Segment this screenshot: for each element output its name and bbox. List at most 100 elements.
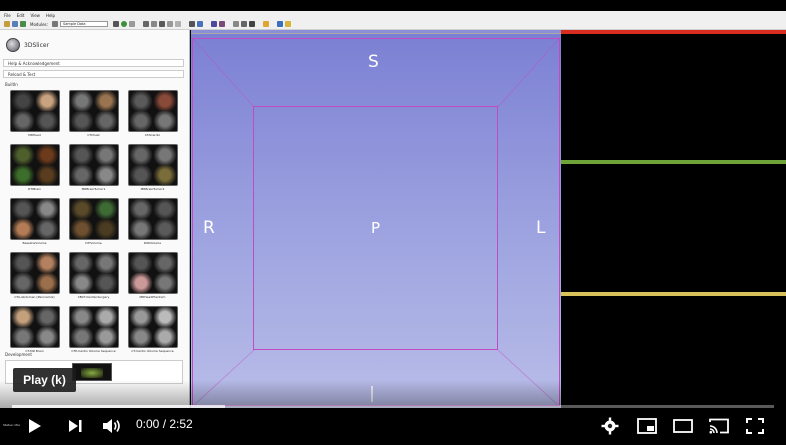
sample-item[interactable]: MRBrainTumor2: [124, 144, 181, 194]
sample-label: DWIVolume: [143, 241, 162, 245]
sample-thumbnail[interactable]: [9, 90, 60, 132]
progress-bar[interactable]: [12, 405, 774, 408]
yellow-slice-controller[interactable]: [561, 292, 786, 296]
volume-button[interactable]: [100, 412, 124, 440]
sample-item[interactable]: MRBrainTumor1: [65, 144, 122, 194]
sample-item[interactable]: CTChest: [65, 90, 122, 140]
search-icon[interactable]: [51, 21, 58, 27]
orientation-left: L: [536, 218, 546, 238]
sample-label: MRHead: [28, 133, 41, 137]
module-select[interactable]: Sample Data: [59, 21, 108, 27]
sample-thumbnail[interactable]: [68, 90, 119, 132]
menu-help[interactable]: Help: [46, 13, 55, 18]
ruler-icon[interactable]: [174, 21, 181, 27]
menu-edit[interactable]: Edit: [17, 13, 25, 18]
load-data-icon[interactable]: [4, 21, 10, 27]
red-slice-controller[interactable]: [561, 30, 786, 34]
scene-view-icon[interactable]: [240, 21, 247, 27]
fullscreen-icon: [746, 418, 764, 434]
settings-button[interactable]: [598, 412, 622, 440]
menu-file[interactable]: File: [4, 13, 11, 18]
red-slice-view[interactable]: [561, 30, 786, 160]
sample-item[interactable]: CTACardio: [124, 90, 181, 140]
slicer-logo-text: 3DSlicer: [24, 41, 50, 49]
back-icon[interactable]: [112, 21, 119, 27]
sample-thumbnail[interactable]: [68, 144, 119, 186]
development-header[interactable]: Development: [5, 352, 32, 357]
mouse-mode-icon[interactable]: [150, 21, 157, 27]
python-icon[interactable]: [276, 21, 283, 27]
forward-icon[interactable]: [120, 21, 127, 27]
save-icon[interactable]: [20, 21, 26, 27]
sample-label: CTP-Cardio Volume Sequence: [71, 349, 116, 353]
miniplayer-button[interactable]: [634, 412, 660, 440]
sample-item[interactable]: CBCT-Dental-Surgery: [65, 252, 122, 302]
extension-icon[interactable]: [262, 21, 269, 27]
play-icon: [29, 419, 41, 433]
sample-thumbnail[interactable]: [9, 144, 60, 186]
sample-thumbnail[interactable]: [127, 198, 178, 240]
sample-thumbnail[interactable]: [127, 306, 178, 348]
crosshair-icon[interactable]: [158, 21, 165, 27]
sample-item[interactable]: CTA-Abdomen (Panoramix): [6, 252, 63, 302]
sample-thumbnail[interactable]: [68, 198, 119, 240]
sample-label: MRBrainTumor2: [140, 187, 165, 191]
sample-thumbnail[interactable]: [68, 252, 119, 294]
fiducial-icon[interactable]: [188, 21, 195, 27]
sample-label: CTChest: [87, 133, 100, 137]
screenshot-icon[interactable]: [232, 21, 239, 27]
cast-button[interactable]: [706, 412, 732, 440]
orientation-right: R: [203, 218, 215, 238]
time-display: 0:00 / 2:52: [136, 417, 193, 431]
place-icon[interactable]: [196, 21, 203, 27]
progress-buffered: [12, 405, 226, 408]
sample-thumbnail[interactable]: [68, 306, 119, 348]
fullscreen-button[interactable]: [742, 412, 768, 440]
sample-thumbnail[interactable]: [9, 198, 60, 240]
sample-item[interactable]: DTIVolume: [65, 198, 122, 248]
sample-label: DTIVolume: [85, 241, 102, 245]
sample-item[interactable]: CT-Cardio Volume Sequence: [124, 306, 181, 356]
development-thumbnail[interactable]: [72, 363, 112, 381]
module-panel: 3DSlicer Help & Acknowledgement Reload &…: [0, 30, 190, 408]
sample-thumbnail[interactable]: [127, 144, 178, 186]
sample-item[interactable]: BaselineVolume: [6, 198, 63, 248]
section-reload[interactable]: Reload & Test: [3, 70, 184, 78]
3d-view[interactable]: S R P L: [191, 30, 561, 408]
python-shell-icon[interactable]: [284, 21, 291, 27]
sample-item[interactable]: CTP-Cardio Volume Sequence: [65, 306, 122, 356]
sample-thumbnail[interactable]: [127, 90, 178, 132]
sample-grid: MRHead CTChest CTACardio DTIBrain MRBrainTum…: [6, 90, 182, 356]
python-console-icon[interactable]: [128, 21, 135, 27]
sample-item[interactable]: MRHeadPhantom: [124, 252, 181, 302]
pointer-icon[interactable]: [218, 21, 225, 27]
green-slice-controller[interactable]: [561, 160, 786, 164]
next-button[interactable]: [64, 412, 86, 440]
menu-view[interactable]: View: [30, 13, 40, 18]
play-button[interactable]: [24, 412, 46, 440]
sample-label: CT-Cardio Volume Sequence: [131, 349, 174, 353]
slicer-logo-icon: [6, 38, 20, 52]
layout-icon[interactable]: [142, 21, 149, 27]
sample-item[interactable]: DTIBrain: [6, 144, 63, 194]
builtin-header[interactable]: BuiltIn: [5, 82, 18, 87]
video-frame[interactable]: File Edit View Help Modules: Sample Data: [0, 0, 786, 445]
window-level-icon[interactable]: [210, 21, 217, 27]
sample-item[interactable]: DWIVolume: [124, 198, 181, 248]
section-help[interactable]: Help & Acknowledgement: [3, 59, 184, 67]
markup-icon[interactable]: [166, 21, 173, 27]
slicer-logo: 3DSlicer: [6, 38, 49, 52]
green-slice-view[interactable]: [561, 160, 786, 292]
transform-icon[interactable]: [248, 21, 255, 27]
sample-thumbnail[interactable]: [9, 306, 60, 348]
menu-bar: File Edit View Help: [0, 11, 786, 19]
sample-thumbnail[interactable]: [127, 252, 178, 294]
dicom-icon[interactable]: [12, 21, 18, 27]
sample-label: MRBrainTumor1: [81, 187, 106, 191]
sample-thumbnail[interactable]: [9, 252, 60, 294]
theater-mode-button[interactable]: [670, 412, 696, 440]
theater-icon: [673, 419, 693, 433]
sample-item[interactable]: CT-MR Brain: [6, 306, 63, 356]
sample-item[interactable]: MRHead: [6, 90, 63, 140]
gear-icon: [601, 417, 619, 435]
